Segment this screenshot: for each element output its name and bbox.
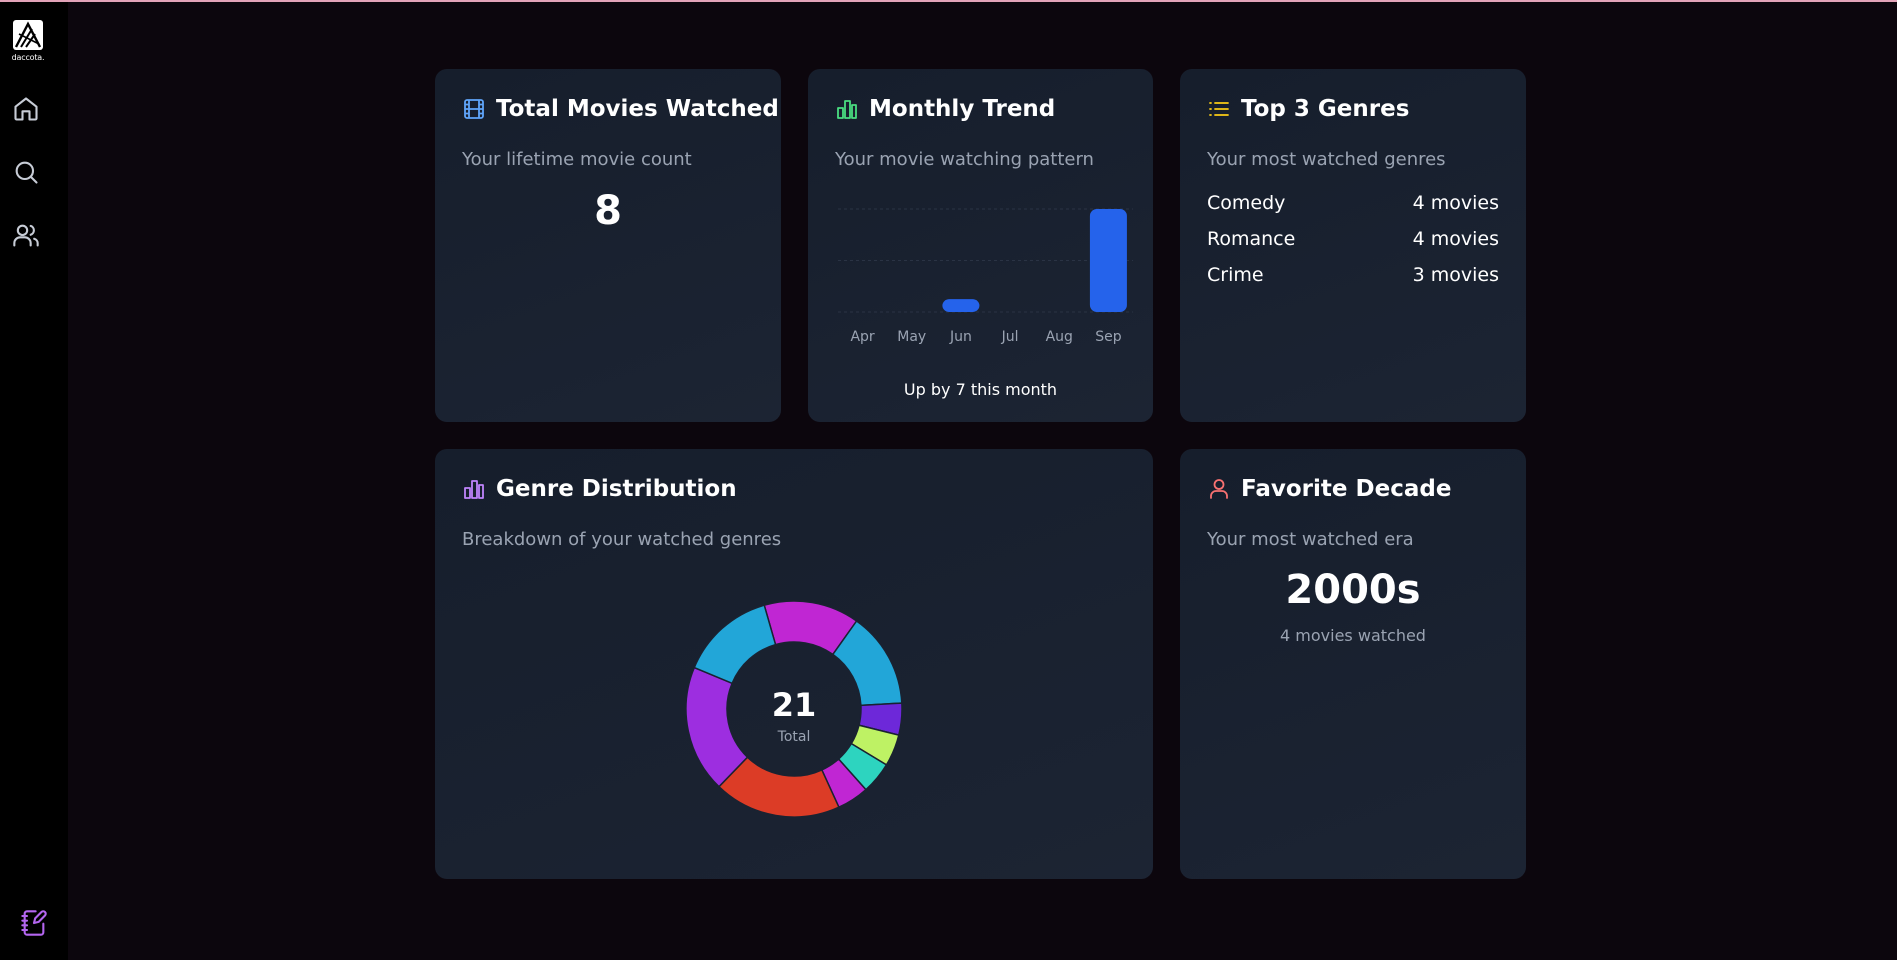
total-movies-value: 8 xyxy=(594,188,622,234)
monthly-trend-card: Monthly Trend Your movie watching patter… xyxy=(808,69,1153,422)
donut-total-value: 21 xyxy=(772,686,817,724)
donut-slice xyxy=(693,604,777,685)
trend-bar xyxy=(942,299,980,312)
logo-text: daccota. xyxy=(11,53,45,62)
genre-distribution-card: Genre Distribution Breakdown of your wat… xyxy=(435,449,1153,879)
x-tick-label: Jul xyxy=(1001,329,1019,345)
donut-total-label: Total xyxy=(777,729,811,745)
top-genres-subtitle: Your most watched genres xyxy=(1207,149,1446,170)
genre-count: 4 movies xyxy=(1412,228,1499,250)
trend-bar xyxy=(1089,209,1127,312)
x-tick-label: Jun xyxy=(949,329,972,345)
x-tick-label: Apr xyxy=(850,329,874,345)
bar-chart-icon xyxy=(462,477,486,501)
genre-count: 4 movies xyxy=(1412,192,1499,214)
genre-row: Comedy 4 movies xyxy=(1207,192,1499,214)
card-title: Total Movies Watched xyxy=(462,96,779,122)
monthly-trend-subtitle: Your movie watching pattern xyxy=(835,149,1094,170)
card-title: Genre Distribution xyxy=(462,476,737,502)
x-tick-label: May xyxy=(897,329,926,345)
trend-note: Up by 7 this month xyxy=(903,380,1058,399)
sidebar: daccota. xyxy=(0,2,68,960)
genre-name: Crime xyxy=(1207,264,1264,286)
users-icon[interactable] xyxy=(12,221,40,249)
user-icon xyxy=(1207,477,1231,501)
card-title: Favorite Decade xyxy=(1207,476,1451,502)
genre-distribution-subtitle: Breakdown of your watched genres xyxy=(462,529,782,550)
card-title: Monthly Trend xyxy=(835,96,1055,122)
top-genres-title: Top 3 Genres xyxy=(1241,96,1410,122)
bar-chart-icon xyxy=(835,97,859,121)
favorite-decade-subtitle: Your most watched era xyxy=(1207,529,1414,550)
genre-row: Crime 3 movies xyxy=(1207,264,1499,286)
genre-distribution-title: Genre Distribution xyxy=(496,476,737,502)
list-icon xyxy=(1207,97,1231,121)
monthly-trend-title: Monthly Trend xyxy=(869,96,1056,122)
x-tick-label: Sep xyxy=(1095,329,1122,345)
total-movies-subtitle: Your lifetime movie count xyxy=(462,149,692,170)
logo-mark-icon xyxy=(13,20,43,50)
top-genres-card: Top 3 Genres Your most watched genres Co… xyxy=(1180,69,1526,422)
total-movies-title: Total Movies Watched xyxy=(496,96,779,122)
notebook-pen-icon[interactable] xyxy=(20,909,48,937)
genre-name: Comedy xyxy=(1207,192,1286,214)
home-icon[interactable] xyxy=(12,95,40,123)
genre-donut-chart: 21 Total xyxy=(685,600,903,818)
monthly-trend-chart: Apr May Jun Jul Aug Sep xyxy=(838,208,1133,345)
favorite-decade-value: 2000s xyxy=(1285,567,1421,613)
app-logo[interactable]: daccota. xyxy=(11,20,45,66)
total-movies-card: Total Movies Watched Your lifetime movie… xyxy=(435,69,781,422)
genre-name: Romance xyxy=(1207,228,1296,250)
search-icon[interactable] xyxy=(12,158,40,186)
x-tick-label: Aug xyxy=(1046,329,1073,345)
genre-row: Romance 4 movies xyxy=(1207,228,1499,250)
favorite-decade-card: Favorite Decade Your most watched era 20… xyxy=(1180,449,1526,879)
card-title: Top 3 Genres xyxy=(1207,96,1409,122)
favorite-decade-detail: 4 movies watched xyxy=(1280,626,1426,645)
favorite-decade-title: Favorite Decade xyxy=(1241,476,1452,502)
genre-count: 3 movies xyxy=(1412,264,1499,286)
film-icon xyxy=(462,97,486,121)
